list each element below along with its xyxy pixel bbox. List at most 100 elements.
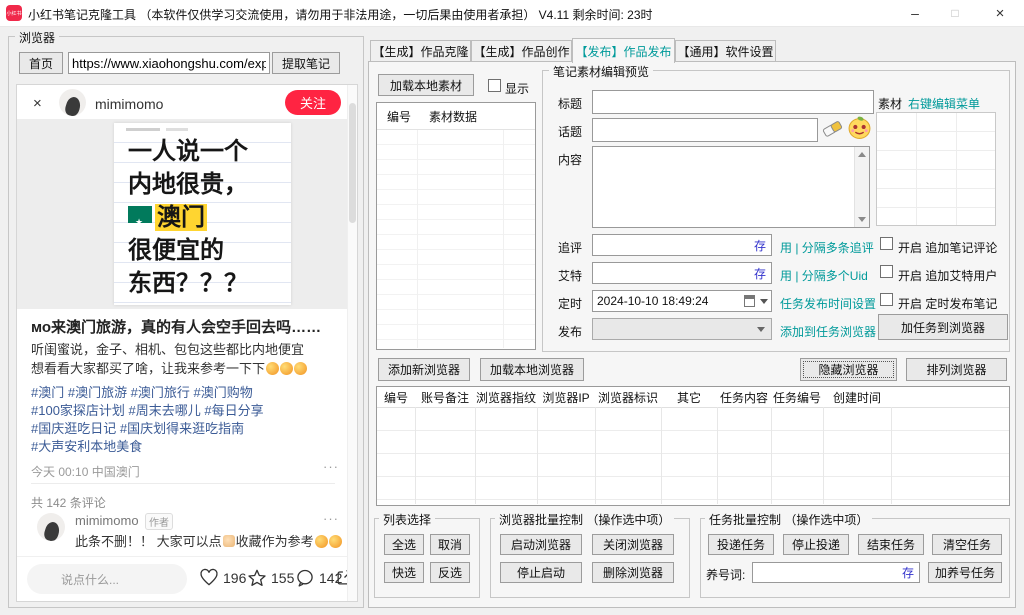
material-list[interactable]: 编号 素材数据 bbox=[376, 102, 536, 350]
hide-browser-button[interactable]: 隐藏浏览器 bbox=[800, 358, 897, 381]
comments-count: 共 142 条评论 bbox=[31, 494, 106, 511]
at-input[interactable]: 存 bbox=[592, 262, 772, 284]
title-input[interactable] bbox=[592, 90, 874, 114]
minimize-button[interactable]: – bbox=[900, 0, 930, 26]
col-account-note[interactable]: 账号备注 bbox=[415, 387, 475, 407]
comment-input[interactable]: 说点什么... bbox=[27, 564, 187, 594]
tab-publish[interactable]: 【发布】作品发布 bbox=[572, 38, 675, 63]
add-task-to-browser-button[interactable]: 加任务到浏览器 bbox=[878, 314, 1008, 340]
delete-browser-button[interactable]: 删除浏览器 bbox=[592, 562, 674, 583]
tab-settings[interactable]: 【通用】软件设置 bbox=[675, 40, 776, 62]
col-task-content[interactable]: 任务内容 bbox=[717, 387, 771, 407]
deliver-task-button[interactable]: 投递任务 bbox=[708, 534, 774, 555]
post-close-icon[interactable]: × bbox=[33, 95, 42, 112]
tab-clone-label: 【生成】作品克隆 bbox=[372, 43, 468, 60]
follow-button[interactable]: 关注 bbox=[285, 90, 341, 115]
col-other[interactable]: 其它 bbox=[661, 387, 717, 407]
calendar-icon[interactable] bbox=[744, 295, 755, 307]
comment-author[interactable]: mimimomo bbox=[75, 513, 139, 528]
url-input[interactable] bbox=[68, 52, 270, 74]
scroll-down-icon[interactable] bbox=[858, 217, 866, 222]
content-textarea[interactable] bbox=[592, 146, 870, 228]
at-checkbox[interactable] bbox=[880, 265, 893, 278]
tag-line-1[interactable]: #澳门 #澳门旅游 #澳门旅行 #澳门购物 bbox=[31, 384, 264, 402]
maximize-button[interactable]: □ bbox=[940, 0, 970, 26]
post-body-line2-text: 想看看大家都买了啥，让我来参考一下下 bbox=[31, 361, 265, 376]
arrange-browser-button[interactable]: 排列浏览器 bbox=[906, 358, 1007, 381]
publish-hint: 添加到任务浏览器 bbox=[780, 323, 876, 340]
list-select-groupbox: 列表选择 bbox=[374, 518, 480, 598]
col-identifier[interactable]: 浏览器标识 bbox=[595, 387, 661, 407]
schedule-datetime-picker[interactable]: 2024-10-10 18:49:24 bbox=[592, 290, 772, 312]
stop-start-button[interactable]: 停止启动 bbox=[500, 562, 582, 583]
tag-line-2[interactable]: #100家探店计划 #周末去哪儿 #每日分享 bbox=[31, 402, 264, 420]
list-select-legend: 列表选择 bbox=[379, 511, 435, 528]
nurture-save-link[interactable]: 存 bbox=[902, 564, 914, 581]
content-scrollbar[interactable] bbox=[854, 147, 869, 227]
tag-line-3[interactable]: #国庆逛吃日记 #国庆划得来逛吃指南 bbox=[31, 420, 264, 438]
quick-select-button[interactable]: 快选 bbox=[384, 562, 424, 583]
tag-line-4[interactable]: #大声安利本地美食 bbox=[31, 438, 264, 456]
window-title: 小红书笔记克隆工具 （本软件仅供学习交流使用，请勿用于非法用途，一切后果由使用者… bbox=[28, 6, 653, 23]
material-preview-grid[interactable] bbox=[876, 112, 996, 226]
invert-select-button[interactable]: 反选 bbox=[430, 562, 470, 583]
show-checkbox[interactable] bbox=[488, 79, 501, 92]
stop-deliver-button[interactable]: 停止投递 bbox=[783, 534, 849, 555]
blush-emoji-icon bbox=[280, 362, 293, 375]
followup-checkbox[interactable] bbox=[880, 237, 893, 250]
close-button[interactable]: × bbox=[985, 0, 1015, 26]
material-list-body[interactable] bbox=[377, 130, 535, 349]
author-avatar[interactable] bbox=[59, 89, 86, 116]
col-ip[interactable]: 浏览器IP bbox=[537, 387, 595, 407]
cover-line-5: 东西？？？ bbox=[128, 267, 248, 300]
add-new-browser-button[interactable]: 添加新浏览器 bbox=[378, 358, 470, 381]
followup-save-link[interactable]: 存 bbox=[754, 237, 766, 254]
col-fingerprint[interactable]: 浏览器指纹 bbox=[475, 387, 537, 407]
title-bar: 小红书 小红书笔记克隆工具 （本软件仅供学习交流使用，请勿用于非法用途，一切后果… bbox=[0, 0, 1024, 27]
post-cover-image[interactable]: 一人说一个 内地很贵， ★澳门 很便宜的 东西？？？ bbox=[17, 119, 349, 309]
tab-clone[interactable]: 【生成】作品克隆 bbox=[370, 40, 471, 62]
extract-note-button[interactable]: 提取笔记 bbox=[272, 52, 340, 74]
author-name[interactable]: mimimomo bbox=[95, 96, 163, 112]
tab-settings-label: 【通用】软件设置 bbox=[677, 43, 773, 60]
browser-table-body[interactable] bbox=[377, 408, 1009, 505]
blush-emoji-icon bbox=[294, 362, 307, 375]
topic-label: 话题 bbox=[558, 123, 582, 140]
load-local-browser-button[interactable]: 加载本地浏览器 bbox=[480, 358, 584, 381]
load-local-material-button[interactable]: 加载本地素材 bbox=[378, 74, 474, 96]
topic-input[interactable] bbox=[592, 118, 818, 142]
deselect-button[interactable]: 取消 bbox=[430, 534, 470, 555]
browser-batch-groupbox: 浏览器批量控制 （操作选中项） bbox=[490, 518, 690, 598]
col-id[interactable]: 编号 bbox=[377, 387, 415, 407]
select-all-button[interactable]: 全选 bbox=[384, 534, 424, 555]
tab-create[interactable]: 【生成】作品创作 bbox=[471, 40, 572, 62]
nurture-keyword-input[interactable]: 存 bbox=[752, 562, 920, 583]
calendar-dropdown-icon[interactable] bbox=[760, 299, 768, 304]
scroll-up-icon[interactable] bbox=[858, 152, 866, 157]
col-task-id[interactable]: 任务编号 bbox=[771, 387, 823, 407]
scrollbar-thumb[interactable] bbox=[349, 103, 356, 223]
end-task-button[interactable]: 结束任务 bbox=[858, 534, 924, 555]
schedule-checkbox[interactable] bbox=[880, 293, 893, 306]
col-create-time[interactable]: 创建时间 bbox=[823, 387, 891, 407]
like-button[interactable]: 196 bbox=[199, 568, 246, 588]
paper-header-decoration bbox=[126, 128, 160, 131]
eraser-icon[interactable] bbox=[820, 116, 844, 140]
browser-table[interactable]: 编号 账号备注 浏览器指纹 浏览器IP 浏览器标识 其它 任务内容 任务编号 创… bbox=[376, 386, 1010, 506]
add-nurture-task-button[interactable]: 加养号任务 bbox=[928, 562, 1002, 583]
webview-scrollbar[interactable] bbox=[347, 85, 357, 601]
content-label: 内容 bbox=[558, 151, 582, 168]
cover-paper: 一人说一个 内地很贵， ★澳门 很便宜的 东西？？？ bbox=[114, 123, 291, 305]
at-save-link[interactable]: 存 bbox=[754, 265, 766, 282]
close-browser-button[interactable]: 关闭浏览器 bbox=[592, 534, 674, 555]
emoji-picker-icon[interactable] bbox=[847, 115, 872, 140]
home-button[interactable]: 首页 bbox=[19, 52, 63, 74]
followup-input[interactable]: 存 bbox=[592, 234, 772, 256]
post-more-icon[interactable]: ··· bbox=[323, 459, 339, 474]
clear-task-button[interactable]: 清空任务 bbox=[932, 534, 1002, 555]
comment-avatar[interactable] bbox=[37, 513, 65, 541]
start-browser-button[interactable]: 启动浏览器 bbox=[500, 534, 582, 555]
comment-more-icon[interactable]: ··· bbox=[323, 511, 339, 526]
publish-select[interactable] bbox=[592, 318, 772, 340]
collect-button[interactable]: 155 bbox=[247, 568, 294, 588]
